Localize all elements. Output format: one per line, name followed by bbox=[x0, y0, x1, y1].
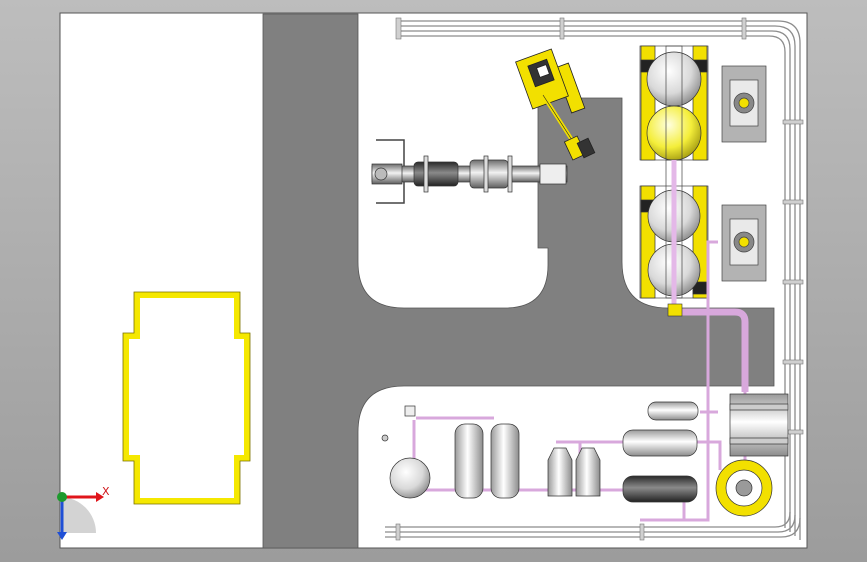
cad-viewport[interactable]: X bbox=[0, 0, 867, 562]
assembly-drawing[interactable] bbox=[0, 0, 867, 562]
x-axis-label: X bbox=[102, 485, 110, 498]
y-axis-dot bbox=[57, 492, 67, 502]
